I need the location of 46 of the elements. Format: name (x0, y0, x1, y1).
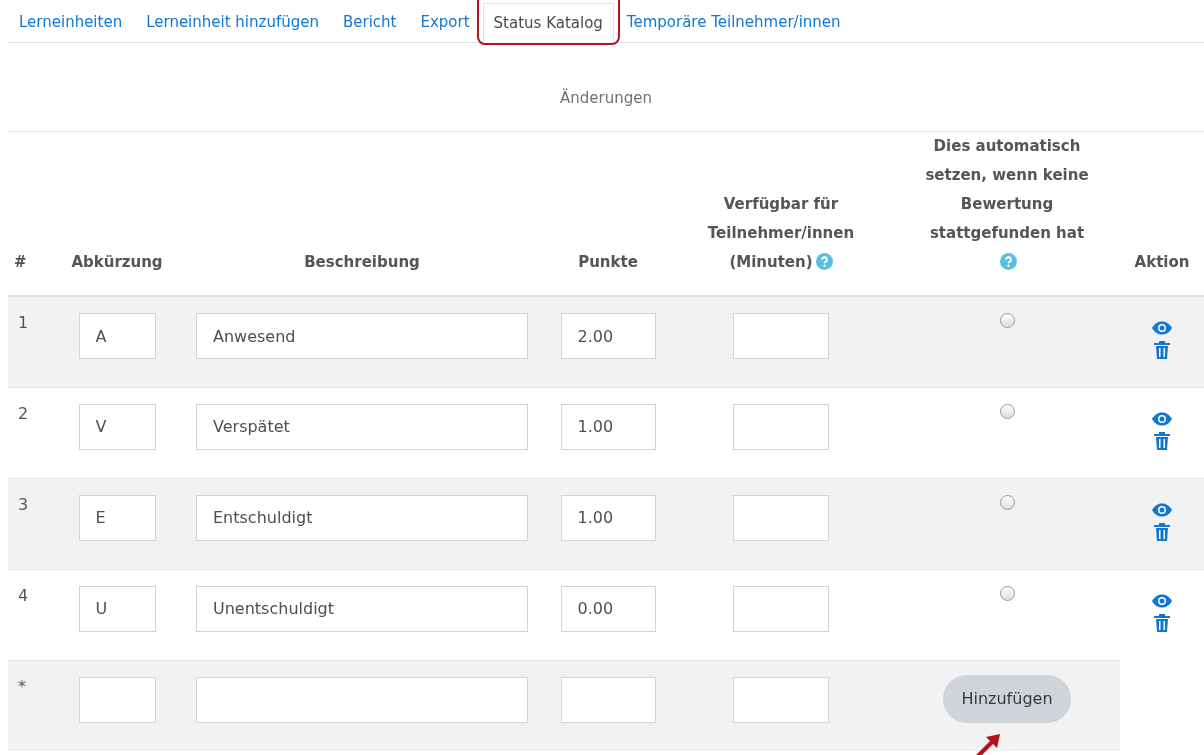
eye-icon[interactable] (1151, 502, 1173, 517)
row-number: 4 (17, 585, 30, 605)
trash-icon[interactable] (1154, 341, 1170, 359)
grade-field[interactable] (560, 676, 656, 723)
trash-icon[interactable] (1154, 613, 1170, 632)
tab[interactable]: Export (409, 2, 481, 42)
minutes-field[interactable] (733, 676, 829, 723)
row-number: 3 (17, 494, 30, 514)
description-field[interactable]: Anwesend (196, 313, 528, 359)
radio-button[interactable] (999, 403, 1015, 419)
minutes-field[interactable] (733, 403, 829, 450)
trash-icon[interactable] (1154, 431, 1170, 450)
help-icon[interactable] (1000, 253, 1017, 270)
acronym-field[interactable]: U (78, 585, 156, 632)
help-icon[interactable] (815, 253, 833, 270)
grade-field[interactable]: 1.00 (560, 403, 656, 450)
radio-button[interactable] (999, 313, 1015, 328)
minutes-field[interactable] (733, 494, 829, 541)
minutes-field[interactable] (733, 313, 829, 359)
eye-icon[interactable] (1151, 411, 1173, 426)
row-number: 1 (17, 313, 30, 332)
grade-field[interactable]: 0.00 (560, 585, 656, 632)
description-field[interactable]: Entschuldigt (196, 494, 528, 541)
description-field[interactable]: Verspätet (196, 403, 528, 450)
table-caption: Änderungen (8, 43, 1204, 132)
tab[interactable]: Lerneinheiten (8, 2, 134, 42)
eye-icon[interactable] (1151, 593, 1173, 608)
row-number: * (17, 676, 27, 696)
tab[interactable]: Lerneinheit hinzufügen (135, 2, 330, 42)
add-button[interactable]: Hinzufügen (943, 674, 1071, 723)
acronym-field[interactable] (78, 676, 156, 723)
acronym-field[interactable]: V (78, 403, 156, 450)
acronym-field[interactable]: E (78, 494, 156, 541)
grade-field[interactable]: 2.00 (560, 313, 656, 359)
acronym-field[interactable]: A (78, 313, 156, 359)
grade-field[interactable]: 1.00 (560, 494, 656, 541)
tab[interactable]: Bericht (331, 2, 408, 42)
row-number: 2 (17, 403, 30, 423)
radio-button[interactable] (999, 494, 1015, 510)
description-field[interactable] (196, 676, 528, 723)
minutes-field[interactable] (733, 585, 829, 632)
radio-button[interactable] (999, 585, 1015, 601)
trash-icon[interactable] (1154, 522, 1170, 541)
tab[interactable]: Temporäre Teilnehmer/innen (615, 2, 852, 42)
description-field[interactable]: Unentschuldigt (196, 585, 528, 632)
eye-icon[interactable] (1151, 321, 1173, 335)
